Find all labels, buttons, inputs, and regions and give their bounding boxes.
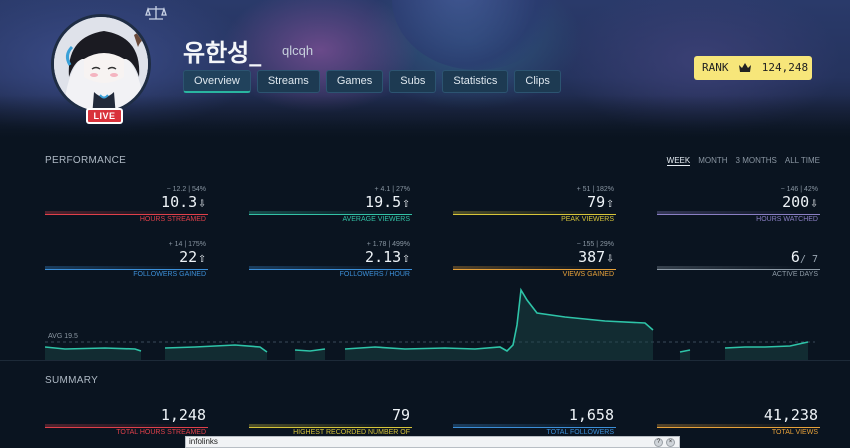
stat-delta: − 155 | 29% — [576, 241, 614, 248]
summary-card: 79 HIGHEST RECORDED NUMBER OF — [249, 406, 412, 436]
summary-label: TOTAL VIEWS — [771, 429, 818, 436]
summary-value: 41,238 — [763, 406, 818, 424]
profile-tabs: Overview Streams Games Subs Statistics C… — [183, 70, 561, 93]
arrow-up-icon: ⇧ — [606, 196, 614, 211]
summary-label: TOTAL FOLLOWERS — [546, 429, 614, 436]
summary-value: 79 — [391, 406, 410, 424]
summary-bar — [453, 424, 616, 428]
stat-bar — [453, 266, 616, 270]
stat-bar — [45, 211, 208, 215]
stat-bar — [657, 266, 820, 270]
stat-value: 200⇩ — [782, 193, 818, 211]
page: LIVE 유한성_ qlcqh Overview Streams Games S… — [0, 0, 850, 448]
stat-label: ACTIVE DAYS — [772, 271, 818, 278]
range-3-months[interactable]: 3 MONTHS — [736, 156, 777, 166]
arrow-down-icon: ⇩ — [606, 251, 614, 266]
summary-label: TOTAL HOURS STREAMED — [116, 429, 206, 436]
rank-value: 124,248 — [761, 61, 809, 74]
summary-card: 1,248 TOTAL HOURS STREAMED — [45, 406, 208, 436]
stat-label: VIEWS GAINED — [562, 271, 614, 278]
range-all-time[interactable]: ALL TIME — [785, 156, 820, 166]
stat-delta: + 51 | 182% — [576, 186, 614, 193]
streamer-display-name: 유한성_ — [183, 39, 262, 67]
arrow-up-icon: ⇧ — [402, 251, 410, 266]
tab-games[interactable]: Games — [325, 70, 384, 93]
summary-bar — [657, 424, 820, 428]
summary-bar — [249, 424, 412, 428]
tab-subs[interactable]: Subs — [389, 70, 437, 93]
stat-card: − 155 | 29% 387⇩ VIEWS GAINED — [453, 241, 616, 279]
tab-statistics[interactable]: Statistics — [442, 70, 509, 93]
arrow-down-icon: ⇩ — [198, 196, 206, 211]
stat-value: 2.13⇧ — [365, 248, 410, 266]
stat-delta: + 14 | 175% — [168, 241, 206, 248]
tab-clips[interactable]: Clips — [514, 70, 561, 93]
summary-value: 1,658 — [568, 406, 614, 424]
summary-card: 1,658 TOTAL FOLLOWERS — [453, 406, 616, 436]
stat-card: 6/ 7 ACTIVE DAYS — [657, 241, 820, 279]
summary-card: 41,238 TOTAL VIEWS — [657, 406, 820, 436]
stat-bar — [657, 211, 820, 215]
range-month[interactable]: MONTH — [698, 156, 727, 166]
stat-label: PEAK VIEWERS — [561, 216, 614, 223]
stat-label: AVERAGE VIEWERS — [342, 216, 410, 223]
stat-card: + 14 | 175% 22⇧ FOLLOWERS GAINED — [45, 241, 208, 279]
summary-bar — [45, 424, 208, 428]
chart-area — [345, 290, 653, 360]
summary-value: 1,248 — [160, 406, 206, 424]
stat-value: 387⇩ — [578, 248, 614, 266]
stat-delta: − 12.2 | 54% — [166, 186, 206, 193]
streamer-handle: qlcqh — [282, 43, 314, 58]
stat-delta: + 1.78 | 499% — [366, 241, 410, 248]
stat-card: + 4.1 | 27% 19.5⇧ AVERAGE VIEWERS — [249, 186, 412, 224]
time-range-selector: WEEK MONTH 3 MONTHS ALL TIME — [666, 156, 820, 166]
stat-delta: + 4.1 | 27% — [374, 186, 410, 193]
stat-label: FOLLOWERS GAINED — [133, 271, 206, 278]
stat-delta: − 146 | 42% — [780, 186, 818, 193]
rank-label: RANK — [702, 61, 729, 74]
summary-title: SUMMARY — [45, 375, 99, 386]
arrow-up-icon: ⇧ — [198, 251, 206, 266]
avatar[interactable] — [51, 14, 151, 114]
tab-streams[interactable]: Streams — [256, 70, 320, 93]
rank-badge[interactable]: RANK 124,248 — [694, 56, 812, 80]
arrow-up-icon: ⇧ — [402, 196, 410, 211]
viewers-line-chart — [45, 287, 815, 360]
stat-value: 6/ 7 — [790, 248, 818, 266]
stat-value: 22⇧ — [179, 248, 206, 266]
close-icon[interactable]: × — [666, 438, 675, 447]
stat-value: 79⇧ — [587, 193, 614, 211]
performance-title: PERFORMANCE — [45, 155, 127, 166]
stat-value: 10.3⇩ — [161, 193, 206, 211]
crown-icon — [739, 63, 752, 72]
live-badge: LIVE — [86, 108, 123, 124]
stat-card: − 146 | 42% 200⇩ HOURS WATCHED — [657, 186, 820, 224]
scale-icon[interactable] — [145, 5, 167, 21]
stat-bar — [249, 211, 412, 215]
tab-overview[interactable]: Overview — [183, 70, 251, 93]
stat-bar — [249, 266, 412, 270]
range-week[interactable]: WEEK — [666, 156, 691, 166]
stat-label: HOURS STREAMED — [139, 216, 206, 223]
ad-label: infolinks — [189, 437, 218, 446]
stat-card: + 51 | 182% 79⇧ PEAK VIEWERS — [453, 186, 616, 224]
help-icon[interactable]: ? — [654, 438, 663, 447]
stat-bar — [453, 211, 616, 215]
stat-bar — [45, 266, 208, 270]
ad-bar[interactable]: infolinks ? × — [185, 436, 680, 448]
arrow-down-icon: ⇩ — [810, 196, 818, 211]
average-label: AVG 19.5 — [48, 333, 78, 340]
stat-card: − 12.2 | 54% 10.3⇩ HOURS STREAMED — [45, 186, 208, 224]
summary-label: HIGHEST RECORDED NUMBER OF — [293, 429, 410, 436]
stat-label: HOURS WATCHED — [756, 216, 818, 223]
stat-card: + 1.78 | 499% 2.13⇧ FOLLOWERS / HOUR — [249, 241, 412, 279]
stat-value: 19.5⇧ — [365, 193, 410, 211]
stat-label: FOLLOWERS / HOUR — [339, 271, 410, 278]
